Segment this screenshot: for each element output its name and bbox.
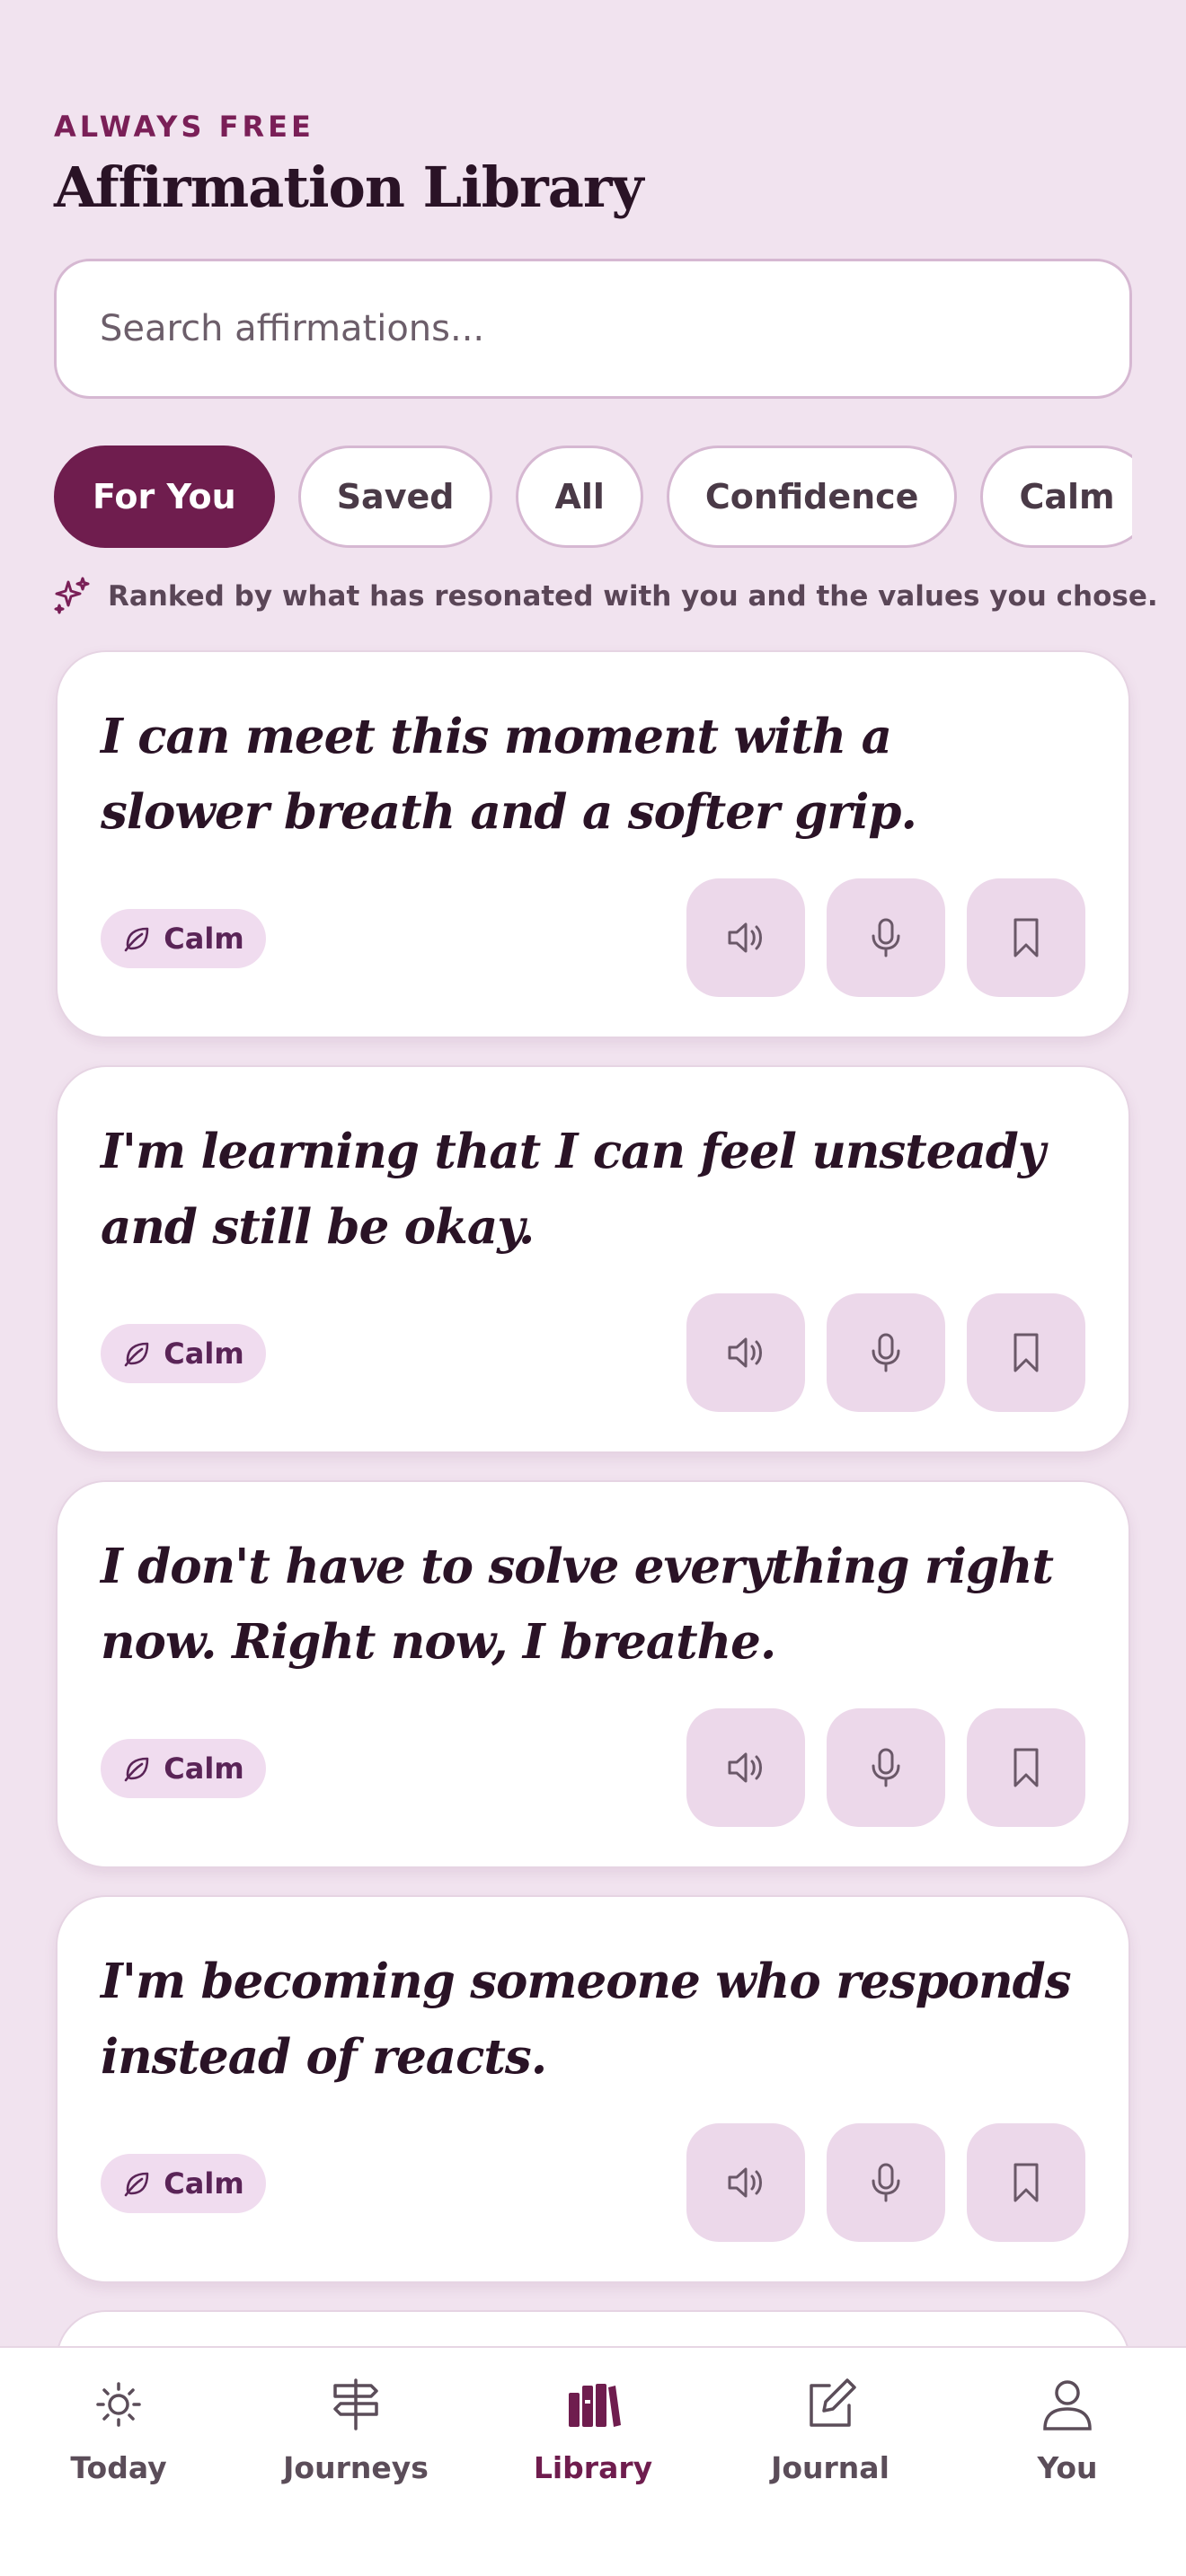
category-tag: Calm [101, 909, 266, 968]
signpost-icon [333, 2378, 378, 2430]
affirmation-card[interactable]: I'm learning that I can feel unsteady an… [56, 1065, 1130, 1453]
filter-chip-calm[interactable]: Calm [980, 446, 1132, 548]
edit-icon [810, 2378, 856, 2427]
category-tag-label: Calm [164, 922, 244, 956]
sun-icon [96, 2382, 141, 2427]
tab-label: Library [533, 2450, 653, 2485]
tab-you[interactable]: You [969, 2373, 1166, 2576]
person-icon [1043, 2380, 1092, 2430]
speaker-icon [728, 1337, 762, 1368]
save-button[interactable] [967, 1708, 1085, 1827]
affirmation-text: I can meet this moment with a slower bre… [101, 709, 917, 840]
record-button[interactable] [827, 878, 945, 997]
bookmark-icon [1013, 2163, 1039, 2202]
eyebrow-label: ALWAYS FREE [54, 110, 314, 144]
affirmation-card[interactable]: I'm becoming someone who responds instea… [56, 1895, 1130, 2283]
tab-journal[interactable]: Journal [731, 2373, 929, 2576]
microphone-icon [872, 918, 900, 957]
bookmark-icon [1013, 1748, 1039, 1787]
speaker-icon [728, 2167, 762, 2198]
leaf-icon [124, 1757, 149, 1782]
play-audio-button[interactable] [686, 1293, 805, 1412]
category-tag-label: Calm [164, 1337, 244, 1371]
microphone-icon [872, 2163, 900, 2202]
play-audio-button[interactable] [686, 2123, 805, 2242]
tab-library[interactable]: Library [494, 2373, 692, 2576]
affirmation-card[interactable]: I don't have to solve everything right n… [56, 1480, 1130, 1868]
save-button[interactable] [967, 1293, 1085, 1412]
bookmark-icon [1013, 918, 1039, 957]
leaf-icon [124, 2172, 149, 2197]
affirmation-text: I'm becoming someone who responds instea… [101, 1954, 1072, 2085]
filter-chip-confidence[interactable]: Confidence [666, 446, 958, 548]
filter-chip-for-you[interactable]: For You [54, 446, 275, 548]
card-actions [686, 1293, 1085, 1412]
tab-label: Journeys [283, 2450, 429, 2485]
leaf-icon [124, 927, 149, 952]
tab-journeys[interactable]: Journeys [257, 2373, 455, 2576]
microphone-icon [872, 1748, 900, 1787]
category-tag-label: Calm [164, 2166, 244, 2201]
category-tag-label: Calm [164, 1751, 244, 1786]
speaker-icon [728, 1752, 762, 1783]
affirmation-text: I'm learning that I can feel unsteady an… [101, 1124, 1046, 1255]
microphone-icon [872, 1333, 900, 1372]
bookmark-icon [1013, 1333, 1039, 1372]
filter-chip-all[interactable]: All [516, 446, 643, 548]
card-actions [686, 1708, 1085, 1827]
play-audio-button[interactable] [686, 1708, 805, 1827]
ranking-hint-text: Ranked by what has resonated with you an… [108, 580, 1158, 613]
record-button[interactable] [827, 2123, 945, 2242]
bottom-tab-bar: Today Journeys Library Journal You [0, 2346, 1186, 2576]
library-screen: ALWAYS FREE Affirmation Library For You … [0, 0, 1186, 2576]
tab-label: Today [70, 2450, 167, 2485]
speaker-icon [728, 922, 762, 953]
leaf-icon [124, 1342, 149, 1367]
affirmation-text: I don't have to solve everything right n… [101, 1539, 1054, 1670]
filter-chip-saved[interactable]: Saved [297, 446, 493, 548]
filter-chips: For You Saved All Confidence Calm S [54, 446, 1132, 550]
search-input[interactable] [100, 308, 1129, 349]
ranking-hint: Ranked by what has resonated with you an… [50, 575, 1158, 618]
search-field[interactable] [54, 259, 1132, 399]
page-title: Affirmation Library [54, 154, 644, 220]
record-button[interactable] [827, 1293, 945, 1412]
save-button[interactable] [967, 2123, 1085, 2242]
card-actions [686, 2123, 1085, 2242]
record-button[interactable] [827, 1708, 945, 1827]
affirmation-card[interactable]: I can meet this moment with a slower bre… [56, 650, 1130, 1038]
tab-label: You [1037, 2450, 1098, 2485]
card-actions [686, 878, 1085, 997]
category-tag: Calm [101, 1739, 266, 1798]
save-button[interactable] [967, 878, 1085, 997]
sparkle-icon [54, 577, 90, 614]
category-tag: Calm [101, 1324, 266, 1383]
books-icon [569, 2384, 621, 2427]
play-audio-button[interactable] [686, 878, 805, 997]
category-tag: Calm [101, 2154, 266, 2213]
tab-today[interactable]: Today [20, 2373, 217, 2576]
tab-label: Journal [771, 2450, 890, 2485]
